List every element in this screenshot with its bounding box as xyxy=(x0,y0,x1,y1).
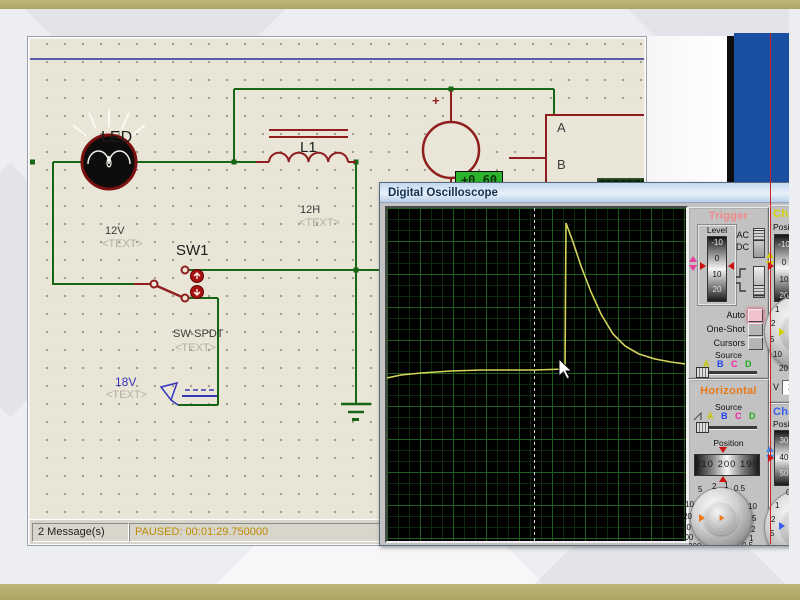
source-b[interactable]: B xyxy=(717,359,724,369)
inductor-value-label: 12H xyxy=(300,204,320,216)
knob-number: 1 xyxy=(775,501,779,510)
falling-edge-icon xyxy=(735,282,747,292)
knob-number: 0.5 xyxy=(734,484,745,493)
battery-text-placeholder: <TEXT> xyxy=(106,389,147,401)
auto-button[interactable] xyxy=(748,309,763,322)
level-adjust-down-arrow[interactable] xyxy=(689,265,697,271)
source-a[interactable]: A xyxy=(707,411,714,421)
background-black-bar xyxy=(727,36,734,183)
knob-number: 10 xyxy=(748,502,757,511)
inductor-text-placeholder: <TEXT> xyxy=(299,217,340,229)
horizontal-title: Horizontal xyxy=(689,385,768,397)
digital-oscilloscope-window: Digital Oscilloscope Trigger Level -10 0… xyxy=(379,182,796,546)
trigger-title: Trigger xyxy=(689,210,768,222)
ac-label: AC xyxy=(733,230,749,240)
background-white-window xyxy=(645,36,727,183)
knob-number: 2 xyxy=(771,515,775,524)
frame-top-bar xyxy=(0,0,800,9)
source-d[interactable]: D xyxy=(745,359,752,369)
channel-a-unit-label: V xyxy=(773,382,779,392)
channel-a-marker-left xyxy=(768,262,774,270)
edge-select-toggle[interactable] xyxy=(753,266,765,298)
oscilloscope-component[interactable] xyxy=(509,115,644,187)
switch-text-placeholder: <TEXT> xyxy=(175,342,216,354)
level-label: Level xyxy=(698,225,736,235)
lamp-text-placeholder: <TEXT> xyxy=(102,238,143,250)
knob-number: 10 xyxy=(685,500,694,509)
scope-input-a-label: A xyxy=(557,120,566,135)
lamp-component[interactable] xyxy=(73,109,145,189)
knob-number: 0.5 xyxy=(742,541,753,546)
horizontal-panel: Horizontal Source A B C D Position 210 2… xyxy=(688,379,769,546)
red-annotation-line xyxy=(770,33,771,544)
knob-number: 1 xyxy=(724,481,728,490)
dc-label: DC xyxy=(733,242,749,252)
inductor-ref-label: L1 xyxy=(300,139,317,156)
cursors-button[interactable] xyxy=(748,337,763,350)
knob-number: 2 xyxy=(751,525,755,534)
switch-value-label: SW-SPDT xyxy=(173,328,224,340)
knob-number: 5 xyxy=(698,485,702,494)
ground-symbol[interactable] xyxy=(341,404,371,421)
knob-number: 1 xyxy=(775,305,779,314)
knob-number: 200 xyxy=(688,542,701,546)
horizontal-source-slider-thumb[interactable] xyxy=(696,422,709,433)
lamp-value-label: 12V xyxy=(105,225,125,237)
switch-ref-label: SW1 xyxy=(176,242,209,259)
oscilloscope-screen[interactable] xyxy=(385,206,688,543)
level-marker-left[interactable] xyxy=(700,262,706,270)
cursors-label: Cursors xyxy=(691,338,745,348)
level-tick: 20 xyxy=(698,285,736,294)
channel-a-trace xyxy=(387,223,685,378)
knob-number: 5 xyxy=(752,514,756,523)
horizontal-position-label: Position xyxy=(689,438,768,448)
battery-value-label: 18V xyxy=(115,375,136,389)
voltmeter-plus-label: + xyxy=(432,93,440,108)
horizontal-source-label: Source xyxy=(689,402,768,412)
frame-bottom-bar xyxy=(0,584,800,600)
knob-number: 100 xyxy=(680,533,693,542)
one-shot-label: One-Shot xyxy=(691,324,745,334)
knob-number: 10 xyxy=(773,350,782,359)
ac-dc-toggle[interactable] xyxy=(753,228,765,258)
knob-number: 20 xyxy=(683,512,692,521)
battery-component[interactable] xyxy=(161,383,217,405)
level-marker-right[interactable] xyxy=(728,262,734,270)
source-d[interactable]: D xyxy=(749,411,756,421)
source-b[interactable]: B xyxy=(721,411,728,421)
trigger-source-slider-thumb[interactable] xyxy=(696,367,709,378)
screenshot-root: LED 12V <TEXT> L1 12H <TEXT> SW1 SW-SPDT… xyxy=(0,0,800,600)
knob-number: 20 xyxy=(779,364,788,373)
trigger-panel: Trigger Level -10 0 10 20 AC DC Auto One… xyxy=(688,207,769,379)
channel-b-marker-left xyxy=(768,454,774,462)
background-blue-window xyxy=(734,33,789,183)
lamp-ref-label: LED xyxy=(101,129,132,147)
scope-input-b-label: B xyxy=(557,157,566,172)
source-c[interactable]: C xyxy=(731,359,738,369)
oscilloscope-titlebar[interactable]: Digital Oscilloscope xyxy=(380,183,795,203)
horizontal-position-drum[interactable]: 210 200 190 xyxy=(694,454,760,476)
level-tick: -10 xyxy=(698,238,736,247)
level-tick: 10 xyxy=(698,270,736,279)
level-adjust-up-arrow[interactable] xyxy=(689,256,697,262)
timebase-pointer xyxy=(699,514,705,522)
trigger-level-group: Level -10 0 10 20 xyxy=(697,224,737,306)
knob-number: 2 xyxy=(712,482,716,491)
rising-edge-icon xyxy=(735,268,747,278)
status-messages[interactable]: 2 Message(s) xyxy=(32,523,129,542)
auto-label: Auto xyxy=(691,310,745,320)
trigger-source-label: Source xyxy=(689,350,768,360)
channel-a-knob-pointer xyxy=(779,328,785,336)
ramp-icon xyxy=(693,412,704,421)
position-marker-top xyxy=(719,447,727,453)
knob-number: 2 xyxy=(771,319,775,328)
source-c[interactable]: C xyxy=(735,411,742,421)
one-shot-button[interactable] xyxy=(748,323,763,336)
timebase-pointer-inner xyxy=(720,515,725,521)
knob-number: 50 xyxy=(682,523,691,532)
channel-b-knob-pointer xyxy=(779,522,785,530)
status-simulation-state: PAUSED: 00:01:29.750000 xyxy=(129,523,392,542)
frame-right-strip xyxy=(789,0,800,600)
switch-component[interactable] xyxy=(134,267,204,302)
